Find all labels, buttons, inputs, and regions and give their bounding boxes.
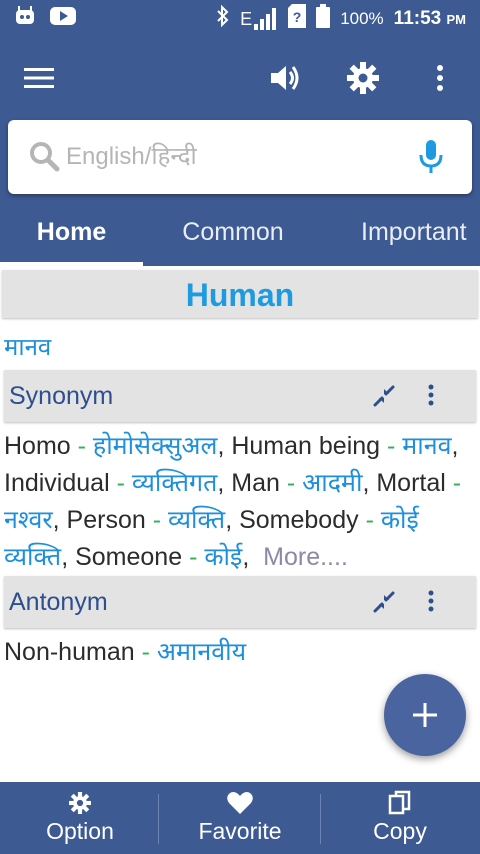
synonym-title: Synonym <box>9 382 114 410</box>
microphone-icon[interactable] <box>418 140 444 179</box>
word-title: Human <box>2 270 478 318</box>
option-label: Option <box>46 818 114 844</box>
antonym-list: Non-human - अमानवीय <box>4 634 476 671</box>
section-more-icon[interactable] <box>428 590 434 617</box>
tab-bar: Home Common Important <box>0 208 480 266</box>
search-input[interactable] <box>66 138 406 176</box>
svg-text:?: ? <box>293 9 302 25</box>
status-bar: E ? 100% 11:53 PM <box>0 0 480 36</box>
add-fab-button[interactable] <box>384 674 466 756</box>
copy-button[interactable]: Copy <box>320 782 480 854</box>
tab-home[interactable]: Home <box>0 208 143 266</box>
synonym-header[interactable]: Synonym <box>4 370 476 422</box>
antonym-header[interactable]: Antonym <box>4 576 476 628</box>
antonym-item[interactable]: Non-human - अमानवीय <box>4 638 246 666</box>
overflow-menu-icon[interactable] <box>420 58 460 98</box>
copy-label: Copy <box>373 818 427 844</box>
synonym-item[interactable]: Individual - व्यक्तिगत <box>4 469 217 497</box>
collapse-icon[interactable] <box>372 384 396 413</box>
tab-common[interactable]: Common <box>143 208 323 266</box>
youtube-notification-icon <box>50 6 76 31</box>
collapse-icon[interactable] <box>372 590 396 619</box>
divider <box>158 794 159 844</box>
menu-icon[interactable] <box>19 58 59 98</box>
more-link[interactable]: More.... <box>263 543 348 571</box>
battery-icon <box>316 4 331 33</box>
plus-icon <box>413 703 437 727</box>
bluetooth-icon <box>216 4 230 32</box>
android-notification-icon <box>14 6 36 31</box>
antonym-title: Antonym <box>9 588 108 616</box>
app-bar <box>0 36 480 120</box>
favorite-button[interactable]: Favorite <box>160 782 320 854</box>
battery-level: 100% <box>340 8 384 28</box>
network-type: E <box>240 8 253 29</box>
sim-unknown-icon: ? <box>288 4 307 33</box>
synonym-item[interactable]: Person - व्यक्ति <box>67 506 226 534</box>
search-area <box>0 120 480 208</box>
gear-icon <box>0 790 160 816</box>
synonym-item[interactable]: Human being - मानव <box>231 432 451 460</box>
signal-icon: E <box>240 7 278 30</box>
option-button[interactable]: Option <box>0 782 160 854</box>
search-box <box>8 120 472 194</box>
copy-icon <box>320 790 480 816</box>
synonym-item[interactable]: Homo - होमोसेक्सुअल <box>4 432 217 460</box>
tab-important[interactable]: Important <box>346 208 480 266</box>
word-translation[interactable]: मानव <box>4 330 51 363</box>
search-icon <box>28 140 60 177</box>
settings-gear-icon[interactable] <box>343 58 383 98</box>
clock: 11:53 PM <box>393 7 466 29</box>
synonym-list: Homo - होमोसेक्सुअल, Human being - मानव,… <box>4 432 462 571</box>
section-more-icon[interactable] <box>428 384 434 411</box>
heart-icon <box>160 790 320 816</box>
bottom-nav: Option Favorite Copy <box>0 782 480 854</box>
speaker-icon[interactable] <box>265 58 305 98</box>
synonym-item[interactable]: Someone - कोई <box>75 543 242 571</box>
synonym-item[interactable]: Man - आदमी <box>231 469 362 497</box>
favorite-label: Favorite <box>198 818 282 844</box>
